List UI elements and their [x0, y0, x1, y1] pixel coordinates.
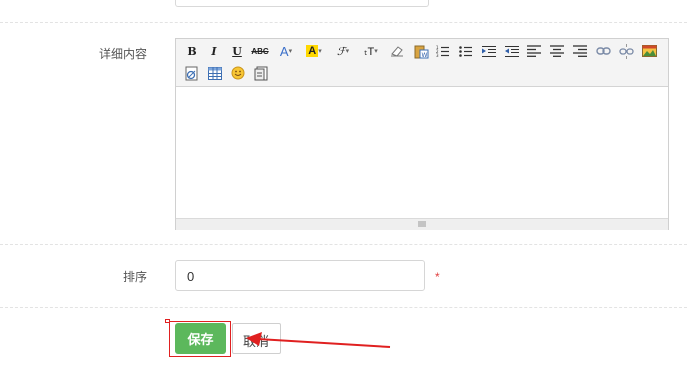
bold-icon[interactable]: B: [184, 43, 200, 59]
annotation-arrow-icon: [246, 332, 391, 348]
font-size-icon[interactable]: ₜT ▾: [361, 43, 381, 59]
annotation-highlight-box: [169, 321, 231, 357]
sort-label: 排序: [122, 270, 147, 284]
form-divider: [0, 307, 687, 308]
ordered-list-icon[interactable]: 123: [435, 43, 451, 59]
font-family-icon[interactable]: ℱ ▾: [333, 43, 353, 59]
flash-icon[interactable]: [184, 65, 200, 81]
rich-text-editor[interactable]: B I U ABC A ▾ A ▾ ℱ ▾ ₜT ▾ W 123: [175, 38, 669, 230]
strikethrough-icon[interactable]: ABC: [251, 43, 268, 59]
required-marker: *: [435, 270, 440, 284]
svg-text:W: W: [421, 52, 427, 59]
paste-word-icon[interactable]: W: [413, 43, 429, 59]
font-color-icon[interactable]: A ▾: [276, 43, 296, 59]
detail-label: 详细内容: [98, 47, 147, 61]
annotation-corner-mark: [165, 319, 170, 323]
resize-grip-icon[interactable]: [416, 220, 428, 228]
align-center-icon[interactable]: [549, 43, 565, 59]
table-icon[interactable]: [207, 65, 223, 81]
background-color-icon[interactable]: A ▾: [304, 43, 324, 59]
emoticon-icon[interactable]: [230, 65, 246, 81]
editor-resize-bar[interactable]: [176, 218, 668, 230]
link-icon[interactable]: [595, 43, 611, 59]
align-left-icon[interactable]: [526, 43, 542, 59]
image-icon[interactable]: [641, 43, 657, 59]
clear-format-icon[interactable]: [389, 43, 405, 59]
previous-field-input[interactable]: [175, 0, 429, 7]
outdent-icon[interactable]: [504, 43, 520, 59]
form-divider: [0, 22, 687, 23]
unlink-icon[interactable]: [618, 43, 634, 59]
svg-text:3: 3: [436, 53, 439, 58]
editor-toolbar: B I U ABC A ▾ A ▾ ℱ ▾ ₜT ▾ W 123: [176, 39, 668, 87]
align-right-icon[interactable]: [572, 43, 588, 59]
form-divider: [0, 244, 687, 245]
indent-icon[interactable]: [481, 43, 497, 59]
unordered-list-icon[interactable]: [458, 43, 474, 59]
sort-input[interactable]: 0: [175, 260, 425, 291]
underline-icon[interactable]: U: [229, 43, 245, 59]
italic-icon[interactable]: I: [206, 43, 222, 59]
template-icon[interactable]: [253, 65, 269, 81]
editor-content-area[interactable]: [176, 87, 668, 218]
